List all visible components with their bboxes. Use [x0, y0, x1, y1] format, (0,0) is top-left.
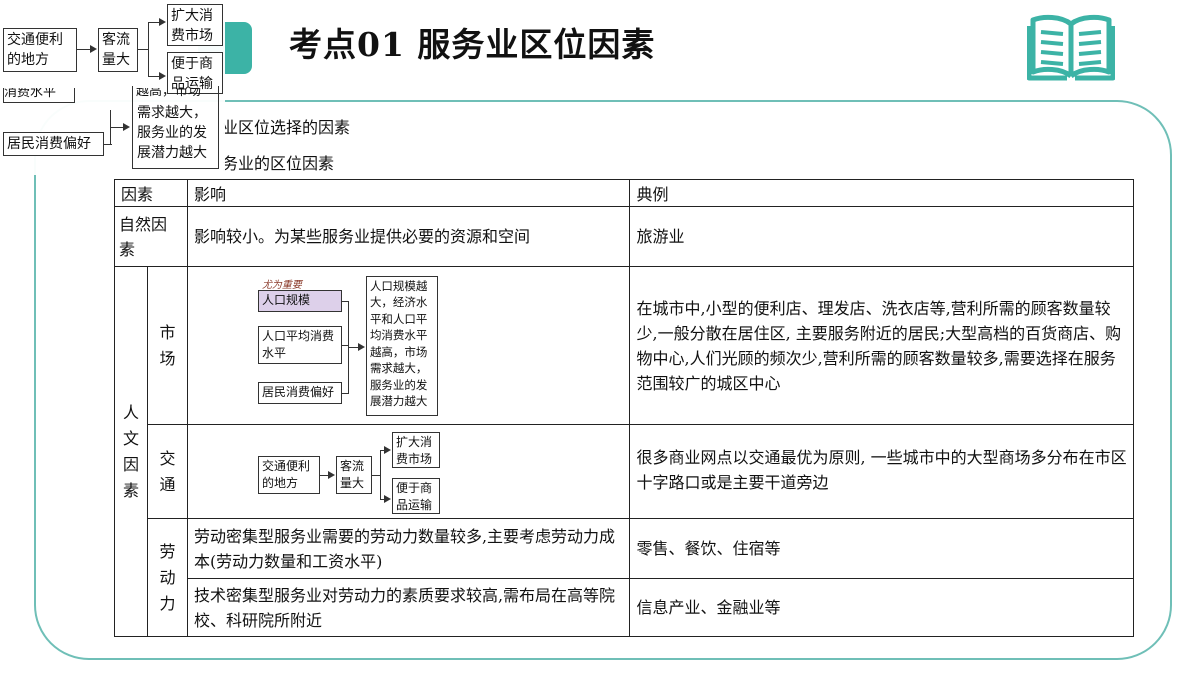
- labor-factor: 劳动力: [146, 518, 188, 637]
- factors-table: 因素 影响 典例 自然因素 影响较小。为某些服务业提供必要的资源和空间 旅游业 …: [114, 179, 1134, 637]
- overlay-partial-2: 越高，市场: [136, 88, 202, 99]
- table-header-row: 因素 影响 典例: [114, 179, 1134, 207]
- natural-influence: 影响较小。为某些服务业提供必要的资源和空间: [186, 206, 631, 267]
- market-factor: 市场: [146, 266, 188, 425]
- diagram-overlay: 交通便利的地方 客流量大 扩大消费市场 便于商品运输 消费水平 越高，市场 需求…: [0, 0, 225, 175]
- human-factor: 人文因素: [114, 266, 148, 637]
- transport-diagram-cell: 交通便利的地方 客流量大 扩大消费市场 便于商品运输: [186, 424, 631, 519]
- transport-box-b: 客流量大: [335, 455, 372, 494]
- human-factor-label: 人文因素: [122, 402, 139, 500]
- market-left-box-2: 人口平均消费水平: [257, 325, 342, 364]
- overlay-box-c1: 扩大消费市场: [167, 4, 223, 46]
- open-book-icon: [1027, 14, 1115, 81]
- overlay-partial-1: 消费水平: [3, 88, 75, 103]
- transport-box-c1: 扩大消费市场: [391, 431, 440, 468]
- header-example: 典例: [629, 179, 1134, 207]
- table-row: 交通 交通便利的地方 客流量大 扩大消费市场 便于商品运输 很多商业网点以交通最…: [115, 424, 1134, 519]
- section-heading-1: 业区位选择的因素: [222, 118, 351, 137]
- transport-box-a: 交通便利的地方: [257, 455, 320, 494]
- market-note: 尤为重要: [261, 279, 302, 291]
- overlay-right-text: 需求越大，服务业的发展潜力越大: [137, 105, 207, 161]
- market-diagram-cell: 尤为重要 人口规模 人口平均消费水平 居民消费偏好 人口规模越大，经济水平和人口…: [186, 266, 631, 425]
- market-left-box-1: 人口规模: [257, 289, 342, 312]
- page-title: 考点01 服务业区位因素: [289, 25, 656, 64]
- overlay-box-b: 客流量大: [98, 28, 138, 72]
- labor-influence-2: 技术密集型服务业对劳动力的素质要求较高,需布局在高等院校、科研院所附近: [186, 578, 631, 637]
- table-row: 自然因素 影响较小。为某些服务业提供必要的资源和空间 旅游业: [114, 206, 1134, 267]
- labor-factor-label: 劳动力: [159, 541, 176, 613]
- natural-example: 旅游业: [629, 206, 1134, 267]
- market-factor-label: 市场: [159, 322, 176, 368]
- market-diagram: 尤为重要 人口规模 人口平均消费水平 居民消费偏好 人口规模越大，经济水平和人口…: [188, 268, 630, 424]
- labor-example-1: 零售、餐饮、住宿等: [629, 518, 1134, 579]
- transport-box-c2: 便于商品运输: [391, 477, 440, 514]
- transport-factor: 交通: [146, 424, 188, 519]
- section-heading-2: 务业的区位因素: [222, 154, 335, 173]
- transport-factor-label: 交通: [159, 448, 176, 494]
- overlay-box-a: 交通便利的地方: [3, 28, 77, 72]
- header-factor: 因素: [114, 179, 188, 207]
- overlay-box-pref: 居民消费偏好: [3, 132, 104, 156]
- natural-factor: 自然因素: [114, 206, 188, 267]
- transport-diagram: 交通便利的地方 客流量大 扩大消费市场 便于商品运输: [188, 426, 630, 518]
- table-row: 人文因素 市场 尤为重要 人口规模 人口平均消费水平 居民消费偏好 人口规模越大…: [114, 266, 1134, 637]
- market-example: 在城市中,小型的便利店、理发店、洗衣店等,营利所需的顾客数量较少,一般分散在居住…: [629, 266, 1134, 425]
- header-influence: 影响: [186, 179, 631, 207]
- transport-example: 很多商业网点以交通最优为原则, 一些城市中的大型商场多分布在市区十字路口或是主要…: [629, 424, 1134, 519]
- market-right-box: 人口规模越大，经济水平和人口平均消费水平越高，市场需求越大，服务业的发展潜力越大: [365, 275, 438, 416]
- market-left-box-3: 居民消费偏好: [257, 381, 342, 404]
- labor-influence-1: 劳动密集型服务业需要的劳动力数量较多,主要考虑劳动力成本(劳动力数量和工资水平): [186, 518, 631, 579]
- table-row: 劳动力 劳动密集型服务业需要的劳动力数量较多,主要考虑劳动力成本(劳动力数量和工…: [115, 518, 1134, 637]
- table-row: 技术密集型服务业对劳动力的素质要求较高,需布局在高等院校、科研院所附近 信息产业…: [115, 578, 1134, 637]
- labor-example-2: 信息产业、金融业等: [629, 578, 1134, 637]
